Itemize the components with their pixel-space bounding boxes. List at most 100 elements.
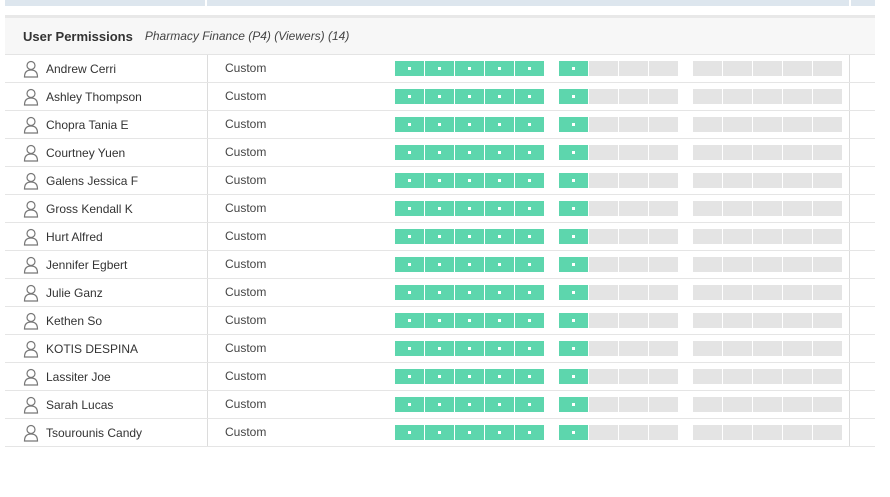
permission-granted-toggle[interactable] [395, 313, 424, 328]
permission-granted-toggle[interactable] [395, 285, 424, 300]
permission-denied-toggle[interactable] [619, 229, 648, 244]
permission-granted-toggle[interactable] [395, 229, 424, 244]
user-cell[interactable]: KOTIS DESPINA [5, 335, 207, 362]
user-cell[interactable]: Sarah Lucas [5, 391, 207, 418]
permission-denied-toggle[interactable] [589, 117, 618, 132]
user-row[interactable]: Ashley Thompson Custom [5, 83, 875, 111]
user-cell[interactable]: Galens Jessica F [5, 167, 207, 194]
permission-granted-toggle[interactable] [425, 201, 454, 216]
permission-denied-toggle[interactable] [723, 425, 752, 440]
permission-denied-toggle[interactable] [813, 257, 842, 272]
permission-denied-toggle[interactable] [813, 285, 842, 300]
permission-denied-toggle[interactable] [723, 89, 752, 104]
permission-denied-toggle[interactable] [783, 117, 812, 132]
permission-granted-toggle[interactable] [425, 257, 454, 272]
permission-granted-toggle[interactable] [455, 313, 484, 328]
permission-granted-toggle[interactable] [515, 369, 544, 384]
permission-granted-toggle[interactable] [559, 61, 588, 76]
user-cell[interactable]: Tsourounis Candy [5, 419, 207, 446]
permission-denied-toggle[interactable] [693, 145, 722, 160]
user-row[interactable]: Hurt Alfred Custom [5, 223, 875, 251]
permission-granted-toggle[interactable] [485, 201, 514, 216]
permission-denied-toggle[interactable] [649, 369, 678, 384]
permission-denied-toggle[interactable] [649, 313, 678, 328]
permission-granted-toggle[interactable] [515, 257, 544, 272]
permission-denied-toggle[interactable] [723, 369, 752, 384]
permission-granted-toggle[interactable] [395, 397, 424, 412]
permission-denied-toggle[interactable] [649, 61, 678, 76]
permission-denied-toggle[interactable] [619, 397, 648, 412]
user-cell[interactable]: Andrew Cerri [5, 55, 207, 82]
permission-granted-toggle[interactable] [559, 369, 588, 384]
permission-granted-toggle[interactable] [395, 89, 424, 104]
user-row[interactable]: Julie Ganz Custom [5, 279, 875, 307]
permission-denied-toggle[interactable] [649, 285, 678, 300]
permission-denied-toggle[interactable] [723, 145, 752, 160]
permission-denied-toggle[interactable] [783, 313, 812, 328]
permission-granted-toggle[interactable] [395, 425, 424, 440]
user-cell[interactable]: Julie Ganz [5, 279, 207, 306]
permission-denied-toggle[interactable] [753, 145, 782, 160]
permission-granted-toggle[interactable] [485, 397, 514, 412]
permission-granted-toggle[interactable] [455, 369, 484, 384]
permission-granted-toggle[interactable] [559, 257, 588, 272]
permission-granted-toggle[interactable] [425, 145, 454, 160]
permission-granted-toggle[interactable] [515, 201, 544, 216]
permission-granted-toggle[interactable] [515, 117, 544, 132]
permission-denied-toggle[interactable] [589, 341, 618, 356]
permission-denied-toggle[interactable] [723, 201, 752, 216]
permission-granted-toggle[interactable] [515, 145, 544, 160]
permission-granted-toggle[interactable] [425, 425, 454, 440]
permission-granted-toggle[interactable] [559, 425, 588, 440]
permission-denied-toggle[interactable] [813, 117, 842, 132]
permission-denied-toggle[interactable] [813, 61, 842, 76]
user-row[interactable]: Kethen So Custom [5, 307, 875, 335]
permission-granted-toggle[interactable] [515, 313, 544, 328]
permission-granted-toggle[interactable] [485, 369, 514, 384]
permission-denied-toggle[interactable] [649, 117, 678, 132]
permission-granted-toggle[interactable] [485, 61, 514, 76]
permission-granted-toggle[interactable] [515, 425, 544, 440]
permission-granted-toggle[interactable] [455, 173, 484, 188]
permission-granted-toggle[interactable] [515, 397, 544, 412]
permission-denied-toggle[interactable] [783, 145, 812, 160]
permission-denied-toggle[interactable] [783, 89, 812, 104]
permission-denied-toggle[interactable] [589, 369, 618, 384]
permission-denied-toggle[interactable] [649, 173, 678, 188]
permission-denied-toggle[interactable] [813, 425, 842, 440]
permission-granted-toggle[interactable] [455, 89, 484, 104]
permission-denied-toggle[interactable] [589, 89, 618, 104]
permission-granted-toggle[interactable] [425, 117, 454, 132]
permission-denied-toggle[interactable] [589, 425, 618, 440]
permission-denied-toggle[interactable] [753, 201, 782, 216]
permission-denied-toggle[interactable] [589, 229, 618, 244]
permission-granted-toggle[interactable] [425, 61, 454, 76]
permission-denied-toggle[interactable] [649, 341, 678, 356]
permission-granted-toggle[interactable] [515, 89, 544, 104]
permission-granted-toggle[interactable] [559, 89, 588, 104]
permission-denied-toggle[interactable] [783, 369, 812, 384]
permission-granted-toggle[interactable] [485, 145, 514, 160]
permission-denied-toggle[interactable] [619, 61, 648, 76]
permission-denied-toggle[interactable] [753, 257, 782, 272]
permission-denied-toggle[interactable] [693, 369, 722, 384]
permission-granted-toggle[interactable] [559, 285, 588, 300]
permission-denied-toggle[interactable] [649, 145, 678, 160]
permission-granted-toggle[interactable] [485, 285, 514, 300]
permission-granted-toggle[interactable] [455, 341, 484, 356]
permission-denied-toggle[interactable] [649, 257, 678, 272]
permission-denied-toggle[interactable] [619, 201, 648, 216]
permission-denied-toggle[interactable] [783, 341, 812, 356]
permission-denied-toggle[interactable] [813, 173, 842, 188]
permission-granted-toggle[interactable] [485, 425, 514, 440]
permission-denied-toggle[interactable] [783, 173, 812, 188]
permission-denied-toggle[interactable] [589, 61, 618, 76]
permission-denied-toggle[interactable] [619, 285, 648, 300]
permission-denied-toggle[interactable] [753, 341, 782, 356]
user-cell[interactable]: Gross Kendall K [5, 195, 207, 222]
permission-denied-toggle[interactable] [783, 61, 812, 76]
permission-granted-toggle[interactable] [515, 61, 544, 76]
permission-granted-toggle[interactable] [425, 313, 454, 328]
permission-denied-toggle[interactable] [813, 229, 842, 244]
permission-granted-toggle[interactable] [425, 397, 454, 412]
